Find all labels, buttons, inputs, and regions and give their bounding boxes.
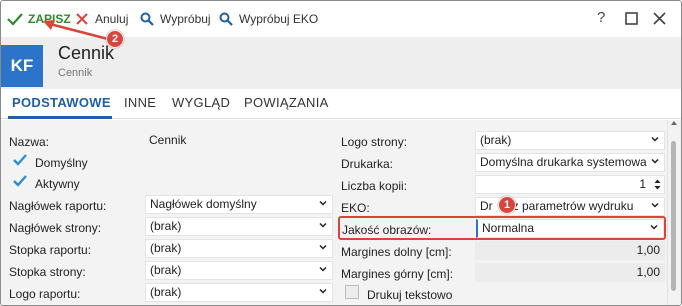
- page-logo-label: Logo strony:: [341, 135, 408, 149]
- window-frame: ZAPISZ Anuluj Wypróbuj Wypróbuj EKO ? KF…: [0, 0, 682, 306]
- chevron-down-icon: [651, 136, 659, 142]
- chevron-down-icon: [651, 158, 659, 164]
- search-icon: [219, 12, 233, 26]
- close-window-icon[interactable]: [653, 12, 666, 25]
- page-header-select[interactable]: (brak): [145, 217, 333, 236]
- page-header-label: Nagłówek strony:: [9, 221, 102, 235]
- try-eko-button[interactable]: Wypróbuj EKO: [219, 10, 318, 28]
- copies-value: 1: [639, 177, 646, 191]
- report-header-label: Nagłówek raportu:: [9, 199, 107, 213]
- avatar: KF: [1, 45, 43, 87]
- try-button[interactable]: Wypróbuj: [140, 10, 211, 28]
- report-logo-label: Logo raportu:: [9, 287, 81, 301]
- report-header-select[interactable]: Nagłówek domyślny: [145, 195, 333, 214]
- page-title: Cennik: [58, 43, 115, 63]
- chevron-down-icon: [651, 202, 659, 208]
- cancel-button-label: Anuluj: [95, 12, 129, 26]
- name-value: Cennik: [149, 133, 187, 147]
- page-logo-value: (brak): [480, 133, 512, 147]
- active-tab-indicator: [8, 116, 112, 119]
- margin-bottom-field[interactable]: 1,00: [475, 241, 665, 260]
- stepper-arrows-icon[interactable]: [654, 178, 661, 191]
- page-footer-value: (brak): [150, 263, 182, 277]
- active-checkbox-label: Aktywny: [35, 177, 80, 191]
- report-logo-select[interactable]: (brak): [145, 283, 333, 302]
- tab-inne[interactable]: INNE: [124, 95, 156, 110]
- eko-label: EKO:: [341, 201, 370, 215]
- margin-bottom-value: 1,00: [636, 243, 660, 257]
- report-footer-label: Stopka raportu:: [9, 243, 92, 257]
- printer-value: Domyślna drukarka systemowa: [480, 155, 647, 169]
- name-field[interactable]: Cennik: [145, 132, 333, 151]
- margin-bottom-label: Margines dolny [cm]:: [341, 245, 452, 259]
- try-eko-button-label: Wypróbuj EKO: [239, 12, 319, 26]
- save-button[interactable]: ZAPISZ: [7, 10, 71, 28]
- close-icon: [76, 13, 88, 25]
- try-button-label: Wypróbuj: [160, 12, 211, 26]
- page-logo-select[interactable]: (brak): [475, 131, 665, 150]
- maximize-icon[interactable]: [625, 12, 638, 25]
- page-footer-label: Stopka strony:: [9, 265, 86, 279]
- page-footer-select[interactable]: (brak): [145, 261, 333, 280]
- search-icon: [140, 12, 154, 26]
- chevron-down-icon: [319, 244, 327, 250]
- copies-label: Liczba kopii:: [341, 179, 408, 193]
- chevron-down-icon: [319, 222, 327, 228]
- tab-podstawowe[interactable]: PODSTAWOWE: [12, 95, 111, 110]
- copies-stepper[interactable]: 1: [475, 175, 665, 194]
- tab-powiazania[interactable]: POWIĄZANIA: [244, 95, 329, 110]
- annotation-badge-1: 1: [498, 196, 516, 214]
- report-logo-value: (brak): [150, 285, 182, 299]
- page-subtitle: Cennik: [58, 67, 93, 79]
- report-header-value: Nagłówek domyślny: [150, 197, 257, 211]
- toolbar: ZAPISZ Anuluj Wypróbuj Wypróbuj EKO ?: [1, 1, 681, 37]
- chevron-down-icon: [319, 288, 327, 294]
- save-button-label: ZAPISZ: [28, 12, 71, 26]
- tab-bar: PODSTAWOWE INNE WYGLĄD POWIĄZANIA: [1, 89, 681, 119]
- record-header: KF Cennik Cennik: [1, 37, 681, 89]
- name-label: Nazwa:: [9, 135, 50, 149]
- active-checkbox[interactable]: [13, 174, 27, 188]
- annotation-badge-2: 2: [106, 30, 124, 48]
- default-checkbox-label: Domyślny: [35, 156, 88, 170]
- print-text-label: Drukuj tekstowo: [367, 288, 453, 302]
- help-button[interactable]: ?: [597, 9, 605, 26]
- report-footer-select[interactable]: (brak): [145, 239, 333, 258]
- margin-top-field[interactable]: 1,00: [475, 263, 665, 282]
- page-header-value: (brak): [150, 219, 182, 233]
- image-quality-highlight: [338, 216, 666, 240]
- scrollbar-thumb[interactable]: [671, 141, 676, 291]
- checkmark-icon: [7, 13, 23, 26]
- tab-wyglad[interactable]: WYGLĄD: [172, 95, 230, 110]
- margin-top-value: 1,00: [636, 265, 660, 279]
- printer-select[interactable]: Domyślna drukarka systemowa: [475, 153, 665, 172]
- eko-value-end: z parametrów wydruku: [512, 199, 634, 213]
- print-text-checkbox[interactable]: [345, 285, 359, 299]
- report-footer-value: (brak): [150, 241, 182, 255]
- default-checkbox[interactable]: [13, 153, 27, 167]
- chevron-down-icon: [319, 266, 327, 272]
- printer-label: Drukarka:: [341, 157, 394, 171]
- margin-top-label: Margines górny [cm]:: [341, 267, 454, 281]
- scroll-up-arrow[interactable]: [671, 121, 677, 125]
- chevron-down-icon: [319, 200, 327, 206]
- cancel-button[interactable]: Anuluj: [76, 10, 128, 28]
- eko-value-start: Dr: [480, 199, 493, 213]
